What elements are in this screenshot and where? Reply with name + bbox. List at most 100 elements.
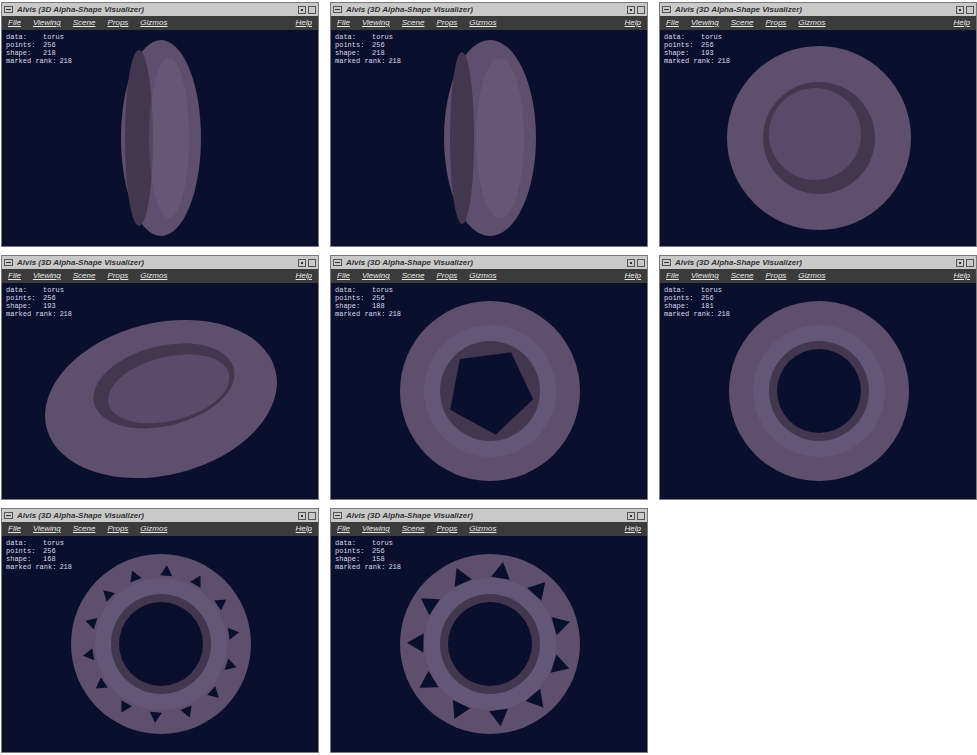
menu-item[interactable]: File [666, 271, 679, 281]
maximize-icon[interactable] [308, 259, 316, 267]
menu-item[interactable]: Props [107, 524, 128, 534]
menu-item[interactable]: Gizmos [798, 271, 825, 281]
menu-item[interactable]: Scene [402, 524, 425, 534]
app-window[interactable]: Alvis (3D Alpha-Shape Visualizer) File Vie… [330, 255, 648, 500]
minimize-icon[interactable] [956, 259, 964, 267]
menu-item[interactable]: Props [436, 271, 457, 281]
menu-item[interactable]: Gizmos [140, 524, 167, 534]
window-menu-icon[interactable] [333, 6, 342, 13]
menu-item[interactable]: File [337, 271, 350, 281]
menu-item[interactable]: File [337, 18, 350, 28]
maximize-icon[interactable] [308, 512, 316, 520]
menu-item[interactable]: Props [765, 18, 786, 28]
menu-item[interactable]: File [8, 524, 21, 534]
window-menu-icon[interactable] [662, 6, 671, 13]
menu-item[interactable]: File [8, 271, 21, 281]
title-bar[interactable]: Alvis (3D Alpha-Shape Visualizer) [2, 256, 318, 269]
window-menu-icon[interactable] [333, 512, 342, 519]
menu-item[interactable]: Gizmos [469, 271, 496, 281]
viewport[interactable]: data:toruspoints:256shape:218marked rank… [2, 30, 318, 246]
minimize-icon[interactable] [956, 6, 964, 14]
window-menu-icon[interactable] [4, 6, 13, 13]
help-menu[interactable]: Help [296, 524, 312, 534]
maximize-icon[interactable] [637, 6, 645, 14]
viewport[interactable]: data:toruspoints:256shape:193marked rank… [660, 30, 976, 246]
app-window[interactable]: Alvis (3D Alpha-Shape Visualizer) File Vie… [659, 2, 977, 247]
maximize-icon[interactable] [637, 512, 645, 520]
help-menu[interactable]: Help [954, 18, 970, 28]
viewport[interactable]: data:toruspoints:256shape:158marked rank… [331, 536, 647, 752]
menu-item[interactable]: File [337, 524, 350, 534]
menu-item[interactable]: Props [436, 524, 457, 534]
maximize-icon[interactable] [966, 6, 974, 14]
app-window[interactable]: Alvis (3D Alpha-Shape Visualizer) File Vie… [1, 255, 319, 500]
minimize-icon[interactable] [298, 6, 306, 14]
menu-item[interactable]: Props [436, 18, 457, 28]
menu-item[interactable]: Props [107, 271, 128, 281]
menu-item[interactable]: Gizmos [140, 18, 167, 28]
window-menu-icon[interactable] [4, 512, 13, 519]
help-menu[interactable]: Help [625, 524, 641, 534]
title-bar[interactable]: Alvis (3D Alpha-Shape Visualizer) [331, 256, 647, 269]
minimize-icon[interactable] [298, 259, 306, 267]
window-menu-icon[interactable] [662, 259, 671, 266]
app-window[interactable]: Alvis (3D Alpha-Shape Visualizer) File Vie… [330, 2, 648, 247]
minimize-icon[interactable] [627, 512, 635, 520]
menu-item[interactable]: Scene [731, 271, 754, 281]
menu-item[interactable]: File [666, 18, 679, 28]
menu-item[interactable]: Scene [73, 524, 96, 534]
menu-item[interactable]: Gizmos [469, 18, 496, 28]
help-menu[interactable]: Help [954, 271, 970, 281]
surface-hole [489, 709, 508, 727]
app-window[interactable]: Alvis (3D Alpha-Shape Visualizer) File Vie… [1, 508, 319, 753]
minimize-icon[interactable] [298, 512, 306, 520]
app-window[interactable]: Alvis (3D Alpha-Shape Visualizer) File Vie… [1, 2, 319, 247]
info-line: data:torus [664, 33, 730, 41]
viewport[interactable]: data:toruspoints:256shape:168marked rank… [2, 536, 318, 752]
app-window[interactable]: Alvis (3D Alpha-Shape Visualizer) File Vie… [330, 508, 648, 753]
menu-item[interactable]: Props [765, 271, 786, 281]
menu-item[interactable]: Viewing [691, 271, 719, 281]
menu-item[interactable]: Viewing [691, 18, 719, 28]
menu-item[interactable]: Scene [731, 18, 754, 28]
menu-item[interactable]: Gizmos [140, 271, 167, 281]
menu-item[interactable]: Gizmos [798, 18, 825, 28]
title-bar[interactable]: Alvis (3D Alpha-Shape Visualizer) [2, 3, 318, 16]
menu-item[interactable]: Scene [73, 271, 96, 281]
menu-item[interactable]: Props [107, 18, 128, 28]
title-bar[interactable]: Alvis (3D Alpha-Shape Visualizer) [331, 509, 647, 522]
info-label: marked rank: [335, 310, 385, 318]
window-menu-icon[interactable] [4, 259, 13, 266]
menu-item[interactable]: Scene [73, 18, 96, 28]
minimize-icon[interactable] [627, 259, 635, 267]
menu-item[interactable]: Gizmos [469, 524, 496, 534]
title-bar[interactable]: Alvis (3D Alpha-Shape Visualizer) [2, 509, 318, 522]
title-bar[interactable]: Alvis (3D Alpha-Shape Visualizer) [660, 256, 976, 269]
menu-item[interactable]: Viewing [362, 18, 390, 28]
maximize-icon[interactable] [308, 6, 316, 14]
info-value: 256 [43, 294, 56, 302]
menu-item[interactable]: Scene [402, 18, 425, 28]
app-window[interactable]: Alvis (3D Alpha-Shape Visualizer) File Vie… [659, 255, 977, 500]
maximize-icon[interactable] [966, 259, 974, 267]
viewport[interactable]: data:toruspoints:256shape:218marked rank… [331, 30, 647, 246]
menu-item[interactable]: Viewing [33, 524, 61, 534]
maximize-icon[interactable] [637, 259, 645, 267]
menu-item[interactable]: Viewing [33, 271, 61, 281]
menu-item[interactable]: Viewing [362, 271, 390, 281]
viewport[interactable]: data:toruspoints:256shape:181marked rank… [660, 283, 976, 499]
help-menu[interactable]: Help [625, 18, 641, 28]
window-menu-icon[interactable] [333, 259, 342, 266]
help-menu[interactable]: Help [296, 271, 312, 281]
title-bar[interactable]: Alvis (3D Alpha-Shape Visualizer) [331, 3, 647, 16]
minimize-icon[interactable] [627, 6, 635, 14]
viewport[interactable]: data:toruspoints:256shape:188marked rank… [331, 283, 647, 499]
help-menu[interactable]: Help [296, 18, 312, 28]
menu-item[interactable]: Scene [402, 271, 425, 281]
menu-item[interactable]: Viewing [33, 18, 61, 28]
menu-item[interactable]: File [8, 18, 21, 28]
title-bar[interactable]: Alvis (3D Alpha-Shape Visualizer) [660, 3, 976, 16]
help-menu[interactable]: Help [625, 271, 641, 281]
viewport[interactable]: data:toruspoints:256shape:193marked rank… [2, 283, 318, 499]
menu-item[interactable]: Viewing [362, 524, 390, 534]
